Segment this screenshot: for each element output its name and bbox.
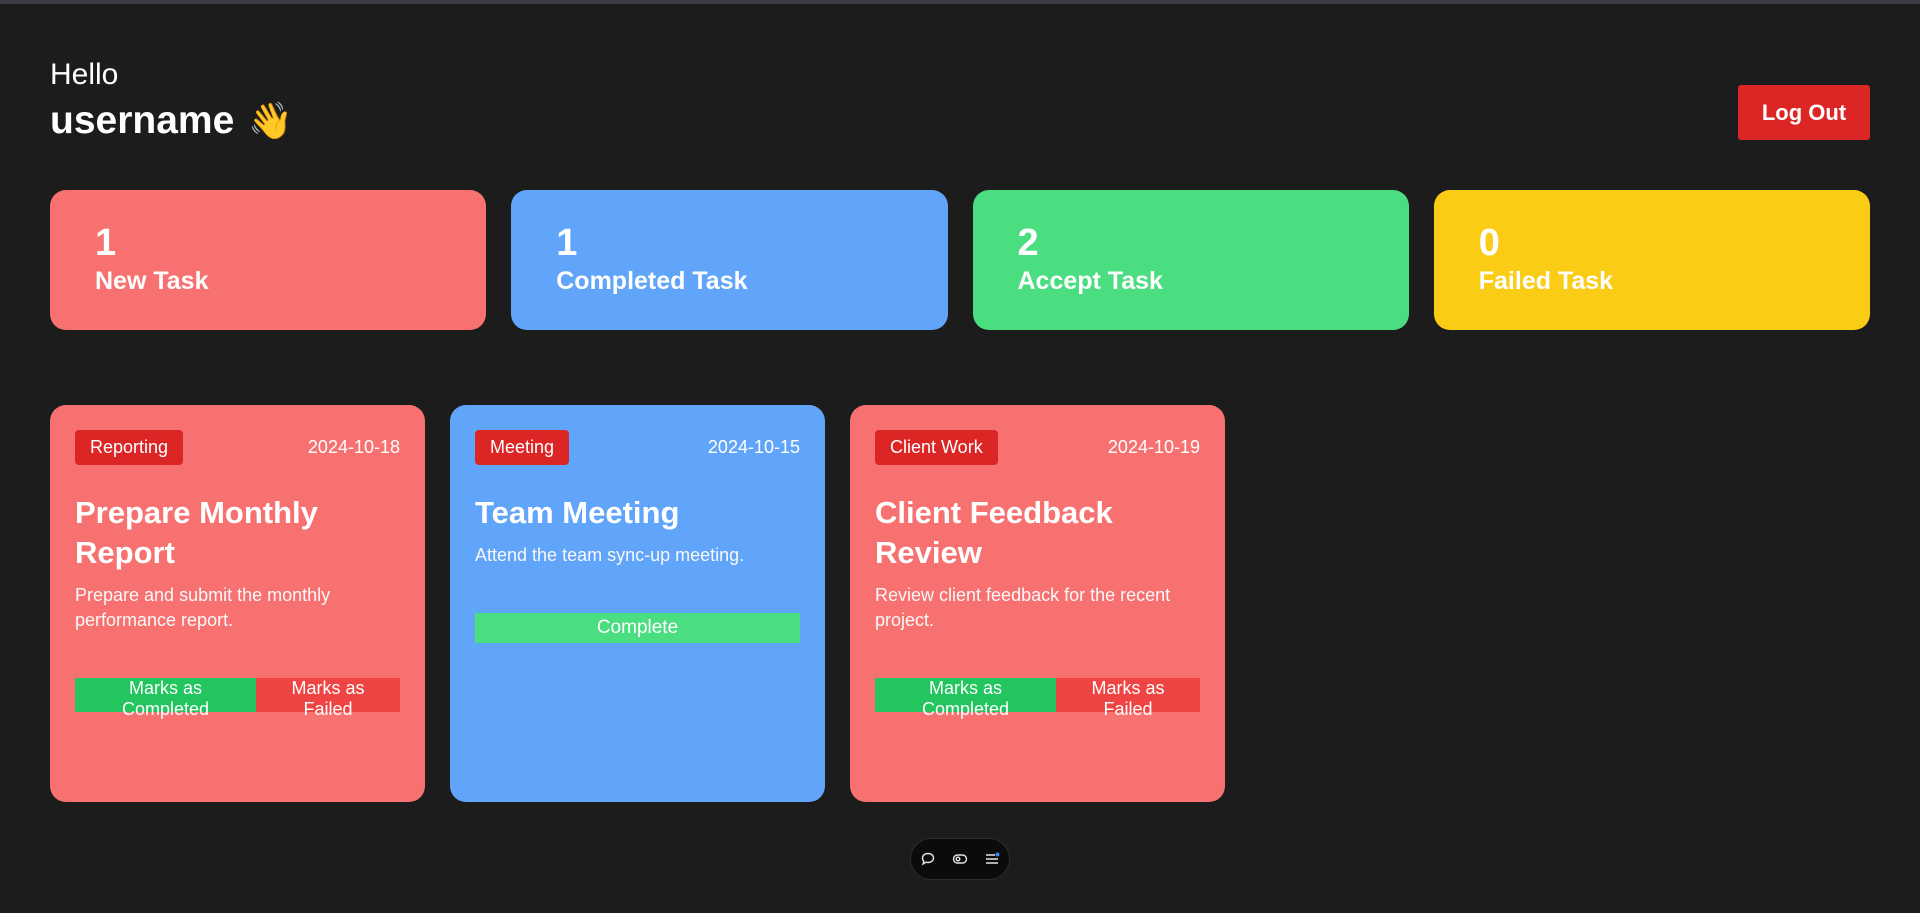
task-card-header: Client Work 2024-10-19 [875, 430, 1200, 465]
logout-button[interactable]: Log Out [1738, 85, 1870, 140]
task-card: Meeting 2024-10-15 Team Meeting Attend t… [450, 405, 825, 802]
mark-failed-button[interactable]: Marks as Failed [256, 678, 400, 719]
stat-count: 1 [95, 222, 117, 264]
stat-label: New Task [95, 267, 209, 295]
stat-card-failed: 0 Failed Task [1433, 190, 1870, 330]
stat-label: Accept Task [1017, 267, 1163, 295]
category-badge: Meeting [475, 430, 570, 465]
category-badge: Client Work [875, 430, 998, 465]
waving-hand-icon: 👋 [248, 100, 294, 141]
task-list: Reporting 2024-10-18 Prepare Monthly Rep… [50, 405, 1225, 802]
mark-completed-button[interactable]: Marks as Completed [875, 678, 1057, 719]
task-actions: Marks as Completed Marks as Failed [75, 678, 400, 719]
task-card: Client Work 2024-10-19 Client Feedback R… [850, 405, 1225, 802]
task-description: Attend the team sync-up meeting. [475, 545, 745, 565]
username-row: username 👋 [50, 95, 293, 147]
username-text: username [50, 99, 235, 142]
stat-card-accepted: 2 Accept Task [972, 190, 1409, 330]
greeting-header: Hello username 👋 [50, 55, 293, 147]
stat-count: 1 [556, 222, 578, 264]
stat-count: 0 [1478, 222, 1500, 264]
stat-label: Completed Task [556, 267, 748, 295]
stat-card-new: 1 New Task [50, 190, 487, 330]
task-card-header: Reporting 2024-10-18 [75, 430, 400, 465]
mark-failed-button[interactable]: Marks as Failed [1056, 678, 1200, 719]
dev-toolbar [910, 838, 1010, 880]
task-date: 2024-10-18 [307, 437, 400, 457]
task-title: Prepare Monthly Report [75, 495, 318, 570]
window-top-strip [0, 0, 1920, 4]
stat-count: 2 [1017, 222, 1039, 264]
chat-icon[interactable] [919, 850, 937, 868]
task-description: Review client feedback for the recent pr… [875, 585, 1171, 630]
task-card-header: Meeting 2024-10-15 [475, 430, 800, 465]
menu-icon[interactable] [983, 850, 1001, 868]
stat-card-completed: 1 Completed Task [511, 190, 948, 330]
task-stats-row: 1 New Task 1 Completed Task 2 Accept Tas… [50, 190, 1870, 330]
category-badge: Reporting [75, 430, 184, 465]
mark-completed-button[interactable]: Marks as Completed [75, 678, 257, 719]
stat-label: Failed Task [1478, 267, 1614, 295]
greeting-text: Hello [50, 58, 119, 91]
task-date: 2024-10-15 [707, 437, 800, 457]
task-title: Client Feedback Review [875, 495, 1113, 570]
task-date: 2024-10-19 [1107, 437, 1200, 457]
task-actions: Marks as Completed Marks as Failed [875, 678, 1200, 719]
task-card: Reporting 2024-10-18 Prepare Monthly Rep… [50, 405, 425, 802]
complete-status-button[interactable]: Complete [475, 613, 800, 643]
eye-icon[interactable] [951, 850, 969, 868]
task-description: Prepare and submit the monthly performan… [75, 585, 331, 630]
task-title: Team Meeting [475, 495, 680, 530]
